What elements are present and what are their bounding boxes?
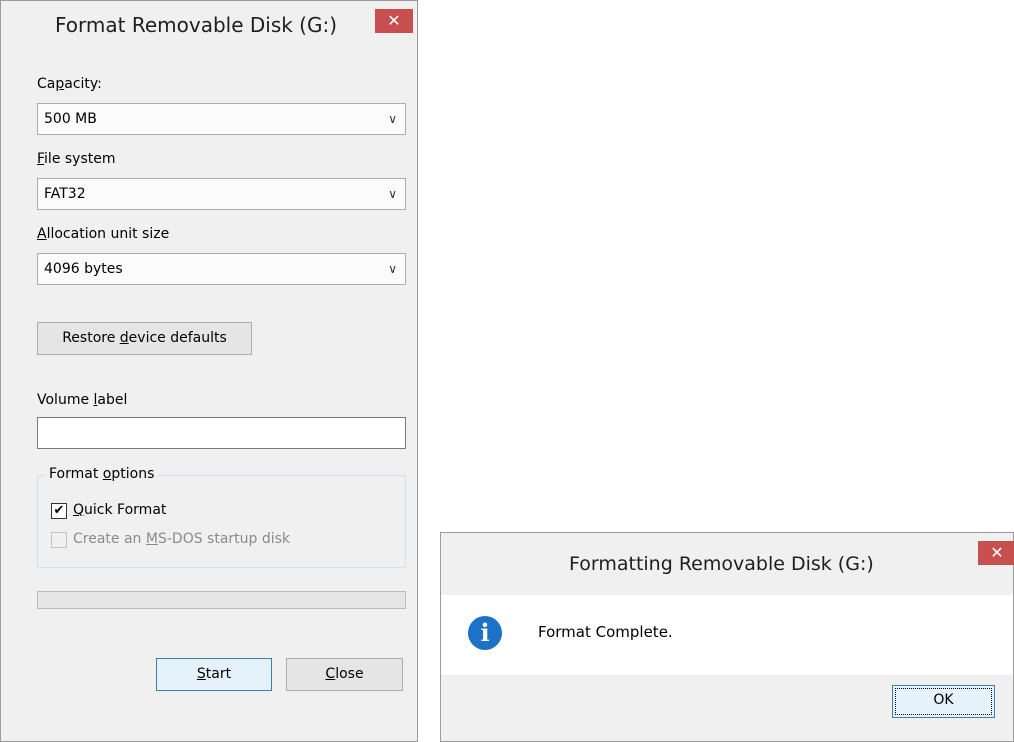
chevron-down-icon: ∨ xyxy=(388,187,397,201)
format-complete-titlebar[interactable]: Formatting Removable Disk (G:) ✕ xyxy=(441,533,1014,595)
close-icon[interactable]: ✕ xyxy=(375,9,413,33)
format-complete-dialog: Formatting Removable Disk (G:) ✕ i Forma… xyxy=(440,532,1014,742)
allocation-unit-size-label: Allocation unit size xyxy=(37,226,170,242)
format-options-group xyxy=(37,475,406,568)
chevron-down-icon: ∨ xyxy=(388,262,397,276)
ok-button[interactable]: OK xyxy=(892,685,995,718)
format-options-title: Format options xyxy=(45,466,159,482)
file-system-dropdown[interactable]: FAT32 ∨ xyxy=(37,178,406,210)
capacity-value: 500 MB xyxy=(44,111,97,127)
file-system-label: File system xyxy=(37,151,116,167)
msdos-startup-label: Create an MS-DOS startup disk xyxy=(73,531,291,547)
close-button[interactable]: Close xyxy=(286,658,403,691)
format-dialog-titlebar[interactable]: Format Removable Disk (G:) ✕ xyxy=(1,1,417,49)
capacity-label: Capacity: xyxy=(37,76,102,92)
volume-label-label: Volume label xyxy=(37,392,128,408)
allocation-unit-size-dropdown[interactable]: 4096 bytes ∨ xyxy=(37,253,406,285)
format-complete-title: Formatting Removable Disk (G:) xyxy=(569,553,874,575)
quick-format-checkbox[interactable]: ✔ xyxy=(51,503,67,519)
msdos-startup-checkbox xyxy=(51,532,67,548)
chevron-down-icon: ∨ xyxy=(388,112,397,126)
format-complete-message: Format Complete. xyxy=(538,623,673,641)
close-icon[interactable]: ✕ xyxy=(978,541,1014,565)
format-complete-content: i Format Complete. xyxy=(441,595,1013,675)
quick-format-label[interactable]: Quick Format xyxy=(73,502,166,518)
restore-device-defaults-button[interactable]: Restore device defaults xyxy=(37,322,252,355)
capacity-dropdown[interactable]: 500 MB ∨ xyxy=(37,103,406,135)
volume-label-input[interactable] xyxy=(37,417,406,449)
format-dialog: Format Removable Disk (G:) ✕ Capacity: 5… xyxy=(0,0,418,742)
format-dialog-title: Format Removable Disk (G:) xyxy=(55,13,338,37)
allocation-unit-size-value: 4096 bytes xyxy=(44,261,123,277)
info-icon: i xyxy=(468,616,502,650)
file-system-value: FAT32 xyxy=(44,186,86,202)
start-button[interactable]: Start xyxy=(156,658,272,691)
format-progress-bar xyxy=(37,591,406,609)
